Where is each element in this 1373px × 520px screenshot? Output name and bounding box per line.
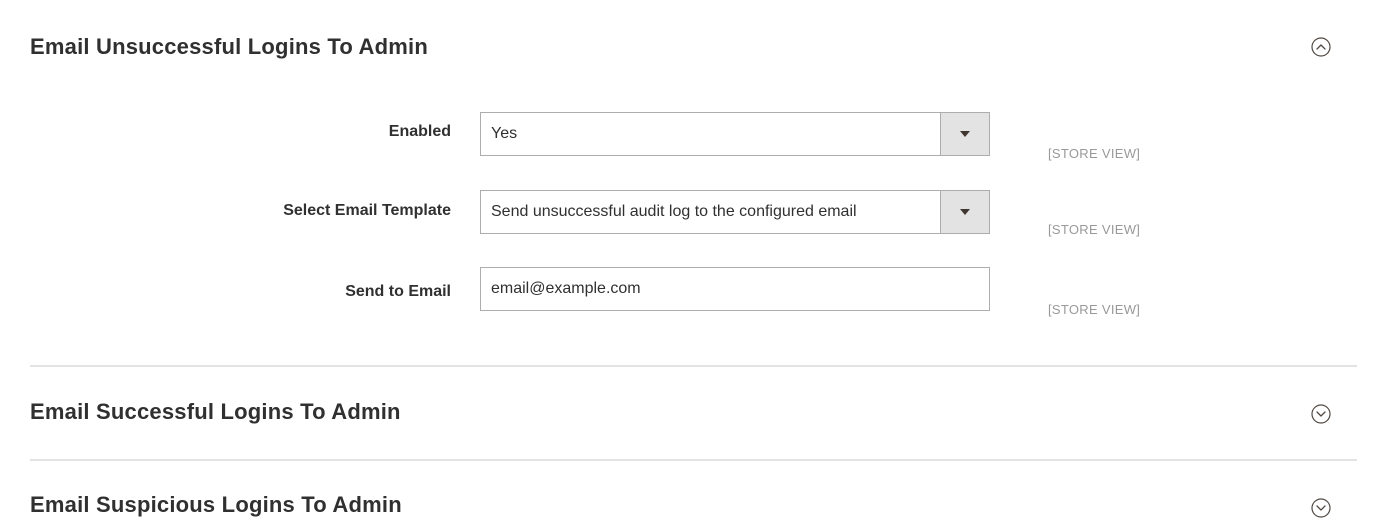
section-divider — [30, 459, 1357, 461]
config-page: Email Unsuccessful Logins To Admin Enabl… — [0, 0, 1373, 520]
scope-label-email-template: [STORE VIEW] — [1048, 222, 1141, 237]
section-title-suspicious-logins[interactable]: Email Suspicious Logins To Admin — [30, 492, 402, 518]
chevron-down-circle-icon[interactable] — [1311, 498, 1331, 518]
field-label-send-to-email: Send to Email — [345, 283, 451, 300]
section-title-successful-logins[interactable]: Email Successful Logins To Admin — [30, 399, 401, 425]
dropdown-arrow-icon[interactable] — [940, 191, 989, 233]
scope-label-send-to-email: [STORE VIEW] — [1048, 302, 1141, 317]
section-title-unsuccessful-logins[interactable]: Email Unsuccessful Logins To Admin — [30, 34, 428, 60]
scope-label-enabled: [STORE VIEW] — [1048, 146, 1141, 161]
enabled-select-value: Yes — [491, 125, 518, 142]
email-template-select-value: Send unsuccessful audit log to the confi… — [491, 203, 857, 220]
field-label-email-template: Select Email Template — [283, 202, 451, 219]
section-divider — [30, 365, 1357, 367]
email-template-select[interactable]: Send unsuccessful audit log to the confi… — [480, 190, 990, 234]
field-label-enabled: Enabled — [388, 123, 451, 140]
chevron-up-circle-icon[interactable] — [1311, 37, 1331, 57]
send-to-email-input[interactable] — [480, 267, 990, 311]
chevron-down-circle-icon[interactable] — [1311, 404, 1331, 424]
dropdown-arrow-icon[interactable] — [940, 113, 989, 155]
enabled-select[interactable]: Yes — [480, 112, 990, 156]
